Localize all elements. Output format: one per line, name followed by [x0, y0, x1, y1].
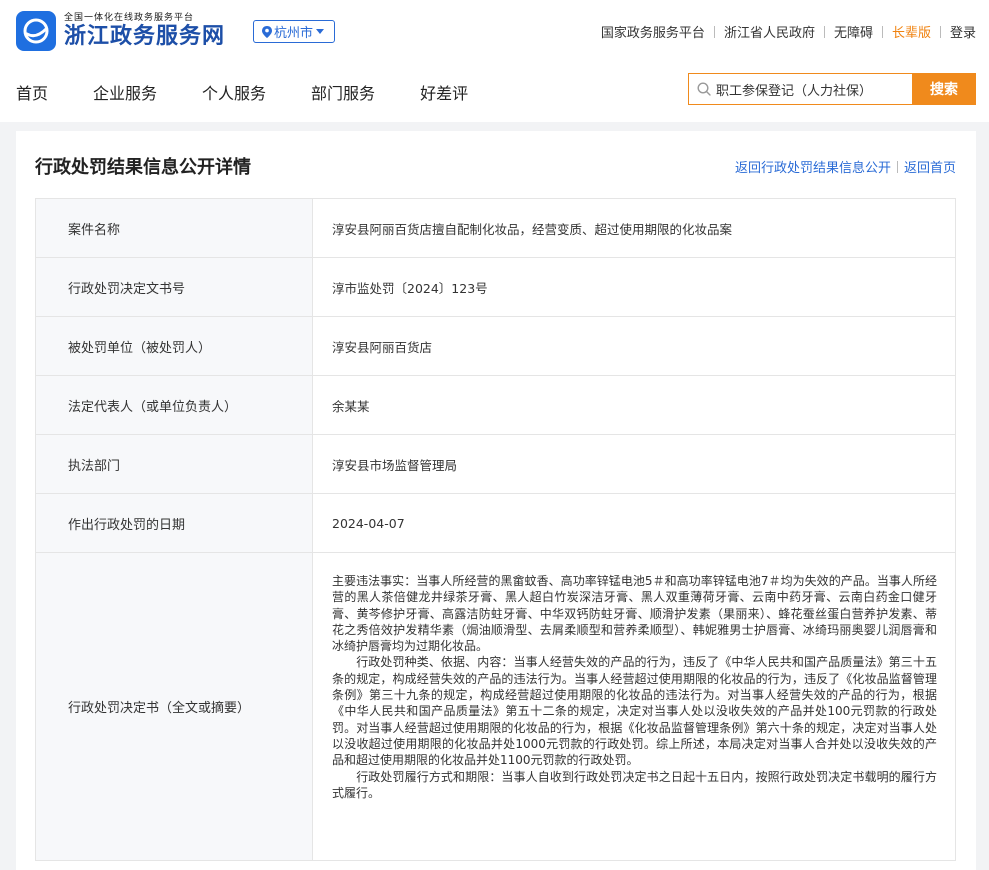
- logo-title: 浙江政务服务网: [64, 22, 226, 49]
- city-selector[interactable]: 杭州市: [253, 20, 335, 43]
- caret-down-icon: [316, 28, 324, 34]
- row-value: 淳安县阿丽百货店擅自配制化妆品，经营变质、超过使用期限的化妆品案: [332, 221, 733, 237]
- link-accessibility[interactable]: 无障碍: [834, 22, 873, 41]
- detail-table: 案件名称 淳安县阿丽百货店擅自配制化妆品，经营变质、超过使用期限的化妆品案 行政…: [35, 198, 956, 861]
- decision-paragraph: 行政处罚种类、依据、内容：当事人经营失效的产品的行为，违反了《中华人民共和国产品…: [332, 655, 937, 768]
- decision-row: 行政处罚决定书（全文或摘要） 主要违法事实：当事人所经营的黑畲蚊香、高功率锌锰电…: [36, 553, 955, 861]
- search-input[interactable]: 职工参保登记（人力社保）: [688, 73, 912, 105]
- decision-paragraph: 行政处罚履行方式和期限：当事人自收到行政处罚决定书之日起十五日内，按照行政处罚决…: [332, 769, 937, 800]
- link-provincial-government[interactable]: 浙江省人民政府: [724, 22, 815, 41]
- link-elder-version[interactable]: 长辈版: [892, 22, 931, 41]
- back-to-list-link[interactable]: 返回行政处罚结果信息公开: [735, 157, 891, 176]
- nav-enterprise-services[interactable]: 企业服务: [93, 80, 157, 104]
- back-to-home-link[interactable]: 返回首页: [904, 157, 956, 176]
- row-value: 淳安县阿丽百货店: [332, 339, 433, 355]
- logo-icon: [16, 11, 56, 51]
- row-label: 执法部门: [36, 435, 313, 493]
- nav-personal-services[interactable]: 个人服务: [202, 80, 266, 104]
- row-label: 作出行政处罚的日期: [36, 494, 313, 552]
- row-value: 2024-04-07: [332, 515, 405, 531]
- table-row: 行政处罚决定文书号 淳市监处罚〔2024〕123号: [36, 258, 955, 317]
- login-link[interactable]: 登录: [950, 22, 976, 41]
- page-title: 行政处罚结果信息公开详情: [35, 157, 251, 178]
- search-button[interactable]: 搜索: [912, 73, 976, 105]
- row-label: 行政处罚决定文书号: [36, 258, 313, 316]
- location-pin-icon: [261, 25, 272, 38]
- row-label: 行政处罚决定书（全文或摘要）: [36, 553, 313, 860]
- city-name: 杭州市: [273, 26, 313, 41]
- table-row: 法定代表人（或单位负责人） 余某某: [36, 376, 955, 435]
- table-row: 被处罚单位（被处罚人） 淳安县阿丽百货店: [36, 317, 955, 376]
- search-bar: 职工参保登记（人力社保） 搜索: [688, 73, 976, 105]
- row-label: 法定代表人（或单位负责人）: [36, 376, 313, 434]
- nav-feedback[interactable]: 好差评: [420, 80, 468, 104]
- decision-paragraph: 主要违法事实：当事人所经营的黑畲蚊香、高功率锌锰电池5＃和高功率锌锰电池7＃均为…: [332, 574, 937, 654]
- table-row: 案件名称 淳安县阿丽百货店擅自配制化妆品，经营变质、超过使用期限的化妆品案: [36, 199, 955, 258]
- row-value: 淳市监处罚〔2024〕123号: [332, 280, 488, 296]
- table-row: 执法部门 淳安县市场监督管理局: [36, 435, 955, 494]
- row-label: 案件名称: [36, 199, 313, 257]
- nav-department-services[interactable]: 部门服务: [311, 80, 375, 104]
- nav-home[interactable]: 首页: [16, 80, 48, 104]
- top-links: 国家政务服务平台 浙江省人民政府 无障碍 长辈版 登录: [601, 22, 976, 41]
- search-icon: [697, 82, 711, 96]
- decision-text: 主要违法事实：当事人所经营的黑畲蚊香、高功率锌锰电池5＃和高功率锌锰电池7＃均为…: [313, 553, 955, 860]
- detail-panel: 行政处罚结果信息公开详情 返回行政处罚结果信息公开 返回首页 案件名称 淳安县阿…: [16, 131, 976, 870]
- site-logo[interactable]: 全国一体化在线政务服务平台 浙江政务服务网: [16, 10, 225, 52]
- row-value: 余某某: [332, 398, 370, 414]
- table-row: 作出行政处罚的日期 2024-04-07: [36, 494, 955, 553]
- logo-subtitle: 全国一体化在线政务服务平台: [64, 12, 195, 23]
- row-label: 被处罚单位（被处罚人）: [36, 317, 313, 375]
- back-links: 返回行政处罚结果信息公开 返回首页: [735, 157, 956, 176]
- site-header: 全国一体化在线政务服务平台 浙江政务服务网 杭州市 国家政务服务平台 浙江省人民…: [0, 0, 989, 122]
- link-national-platform[interactable]: 国家政务服务平台: [601, 22, 705, 41]
- main-nav: 首页 企业服务 个人服务 部门服务 好差评: [16, 80, 513, 104]
- search-placeholder: 职工参保登记（人力社保）: [716, 83, 873, 99]
- row-value: 淳安县市场监督管理局: [332, 457, 458, 473]
